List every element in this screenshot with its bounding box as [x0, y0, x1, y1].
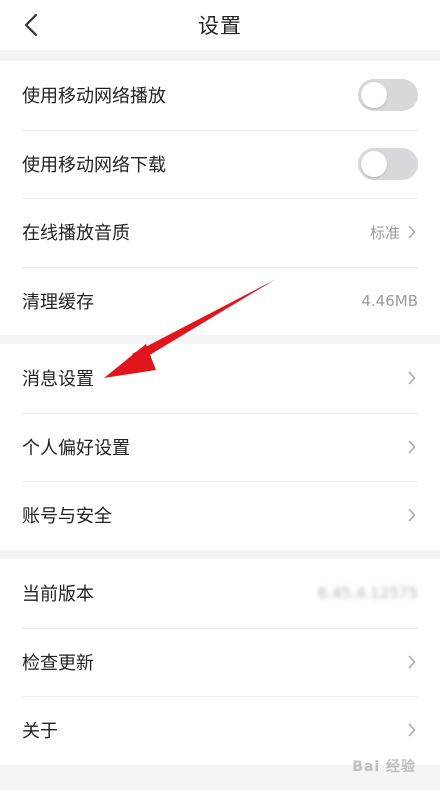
- chevron-right-icon: [406, 439, 418, 455]
- watermark: Bai 经验: [352, 759, 416, 775]
- setting-label: 在线播放音质: [22, 223, 130, 245]
- setting-label: 检查更新: [22, 652, 94, 674]
- mobile-play-toggle[interactable]: [358, 79, 418, 112]
- setting-label: 消息设置: [22, 369, 94, 391]
- about-section: 当前版本 6.45.4.12575 检查更新 关于: [0, 559, 440, 765]
- setting-label: 使用移动网络播放: [22, 86, 166, 108]
- page-title: 设置: [198, 14, 242, 38]
- setting-label: 关于: [22, 721, 58, 743]
- account-settings-section: 消息设置 个人偏好设置 账号与安全: [0, 344, 440, 550]
- setting-label: 个人偏好设置: [22, 437, 130, 459]
- setting-about[interactable]: 关于: [0, 696, 440, 765]
- setting-label: 当前版本: [22, 584, 94, 606]
- setting-check-update[interactable]: 检查更新: [0, 627, 440, 697]
- setting-label: 使用移动网络下载: [22, 154, 166, 176]
- back-button[interactable]: [14, 8, 48, 42]
- setting-label: 清理缓存: [22, 291, 94, 313]
- setting-label: 账号与安全: [22, 506, 112, 528]
- setting-message[interactable]: 消息设置: [0, 344, 440, 413]
- chevron-right-icon: [406, 370, 418, 386]
- mobile-download-toggle[interactable]: [358, 147, 418, 180]
- chevron-right-icon: [406, 224, 418, 240]
- setting-preferences[interactable]: 个人偏好设置: [0, 412, 440, 482]
- chevron-right-icon: [406, 722, 418, 738]
- cache-size-value: 4.46MB: [361, 291, 418, 310]
- playback-settings-section: 使用移动网络播放 使用移动网络下载 在线播放音质 标准 清理缓存 4.46MB: [0, 61, 440, 335]
- setting-account-security[interactable]: 账号与安全: [0, 481, 440, 550]
- top-bar: 设置: [0, 0, 440, 50]
- toggle-knob: [361, 150, 387, 177]
- chevron-left-icon: [24, 13, 38, 37]
- setting-online-quality[interactable]: 在线播放音质 标准: [0, 198, 440, 267]
- quality-value: 标准: [369, 223, 400, 242]
- version-value: 6.45.4.12575: [317, 584, 418, 603]
- chevron-right-icon: [406, 654, 418, 670]
- chevron-right-icon: [406, 507, 418, 523]
- setting-clear-cache[interactable]: 清理缓存 4.46MB: [0, 266, 440, 336]
- setting-current-version: 当前版本 6.45.4.12575: [0, 559, 440, 628]
- setting-mobile-play[interactable]: 使用移动网络播放: [0, 61, 440, 130]
- setting-mobile-download[interactable]: 使用移动网络下载: [0, 129, 440, 199]
- toggle-knob: [361, 82, 387, 109]
